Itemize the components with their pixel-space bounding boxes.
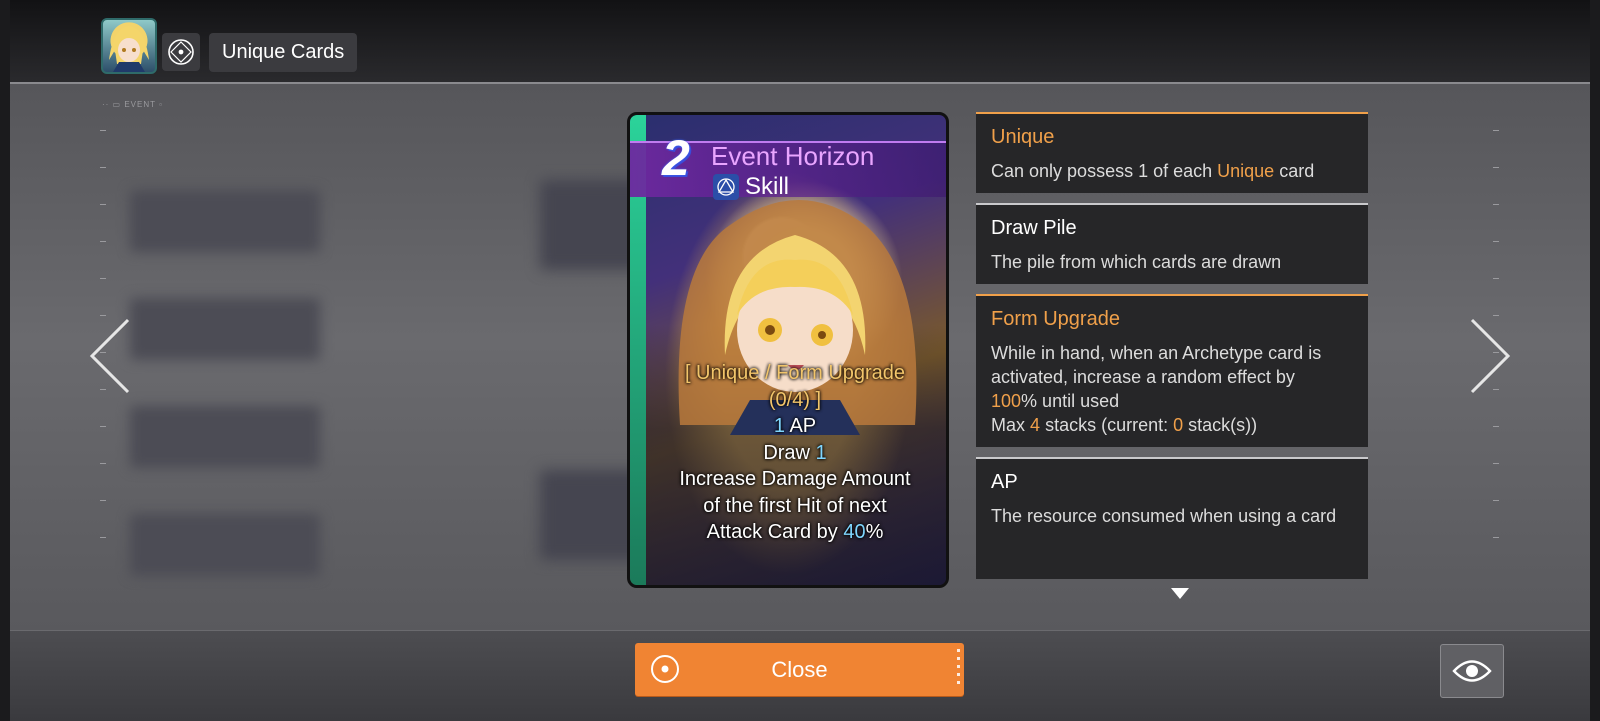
card-cost: 2 bbox=[662, 130, 690, 186]
blurred-deck-list bbox=[130, 190, 320, 610]
keyword-desc: The pile from which cards are drawn bbox=[991, 252, 1282, 272]
card-effect-value: 40 bbox=[843, 521, 866, 543]
card-tags-line1: [ Unique / Form Upgrade bbox=[684, 362, 906, 384]
scroll-down-icon[interactable] bbox=[1171, 588, 1189, 599]
eye-icon[interactable] bbox=[1440, 644, 1504, 698]
card-type-label: Skill bbox=[745, 173, 790, 200]
keyword-title: Unique bbox=[991, 126, 1055, 148]
close-button-label: Close bbox=[771, 656, 828, 682]
card-tags-line2: (0/4) ] bbox=[768, 388, 822, 411]
close-button[interactable]: Close bbox=[635, 643, 964, 696]
page-title: Unique Cards bbox=[209, 33, 358, 72]
card-ap-value: 1 bbox=[773, 415, 785, 437]
card-ap-line: 1 AP bbox=[650, 413, 940, 440]
keyword-form-upgrade: Form Upgrade While in hand, when an Arch… bbox=[976, 294, 1368, 447]
keyword-title: Draw Pile bbox=[991, 217, 1077, 239]
keyword-unique: Unique Can only possess 1 of each Unique… bbox=[976, 112, 1368, 193]
card-draw-value: 1 bbox=[815, 441, 827, 464]
card-draw-line: Draw 1 bbox=[650, 440, 940, 467]
keyword-desc: Can only possess 1 of each Unique card bbox=[991, 161, 1315, 181]
keyword-ap: AP The resource consumed when using a ca… bbox=[976, 457, 1368, 579]
next-arrow-icon[interactable] bbox=[1468, 318, 1512, 399]
dotted-edge bbox=[957, 649, 960, 689]
keyword-draw-pile: Draw Pile The pile from which cards are … bbox=[976, 203, 1368, 284]
card-effect-line3: Attack Card by 40% bbox=[706, 521, 884, 543]
keyword-desc: The resource consumed when using a card bbox=[991, 506, 1337, 526]
card-draw-label: Draw bbox=[763, 441, 810, 464]
card-description: [ Unique / Form Upgrade (0/4) ] 1 AP Dra… bbox=[650, 360, 940, 546]
skill-icon bbox=[713, 174, 739, 200]
card-ap-unit: AP bbox=[789, 415, 817, 437]
keyword-desc: While in hand, when an Archetype card is… bbox=[991, 343, 1322, 435]
prev-arrow-icon[interactable] bbox=[88, 318, 132, 399]
card-name: Event Horizon bbox=[711, 141, 875, 171]
top-bar: Unique Cards bbox=[10, 0, 1590, 84]
keyword-title: Form Upgrade bbox=[991, 308, 1120, 330]
keyword-title: AP bbox=[991, 471, 1018, 493]
deck-label: ·· ▭ EVENT ▫ bbox=[102, 100, 163, 109]
avatar[interactable] bbox=[101, 18, 157, 74]
target-icon[interactable] bbox=[162, 33, 200, 71]
card-effect-line2: of the first Hit of next bbox=[703, 494, 887, 517]
target-icon bbox=[649, 653, 681, 691]
card-event-horizon[interactable]: 2 Event Horizon Skill [ Unique / Form Up… bbox=[627, 112, 949, 588]
card-type: Skill bbox=[713, 173, 789, 201]
keyword-info-panel: Unique Can only possess 1 of each Unique… bbox=[976, 112, 1368, 579]
card-effect-line1: Increase Damage Amount bbox=[679, 468, 911, 490]
